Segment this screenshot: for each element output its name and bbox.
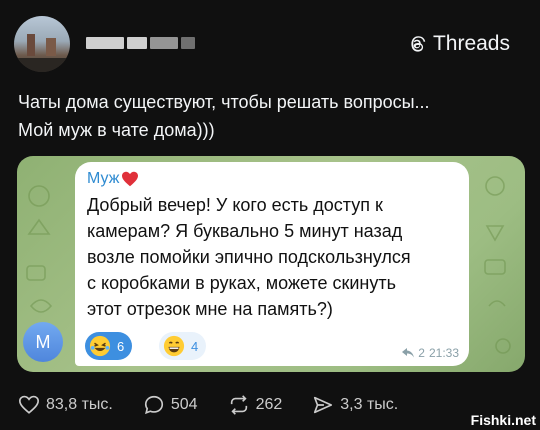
reply-count: 2 (418, 346, 425, 360)
repost-icon (230, 395, 247, 415)
rolling-on-floor-laughing-icon (89, 335, 111, 357)
reaction-grinning[interactable]: 4 (159, 332, 207, 360)
message-line: камерам? Я буквально 5 минут назад (87, 221, 403, 241)
author-avatar[interactable] (14, 16, 70, 72)
message-line: Добрый вечер! У кого есть доступ к (87, 195, 383, 215)
threads-logo-icon (411, 36, 426, 52)
share-button[interactable]: 3,3 тыс. (312, 394, 398, 416)
post-actions: 83,8 тыс. 504 262 3,3 тыс. (18, 394, 428, 416)
author-username-redacted[interactable] (86, 34, 196, 52)
chat-screenshot[interactable]: M Муж Добрый вечер! У кого есть доступ к… (17, 156, 525, 372)
share-count: 3,3 тыс. (340, 396, 399, 413)
reaction-laughing[interactable]: 6 (85, 332, 133, 360)
post-text-line: Чаты дома существуют, чтобы решать вопро… (18, 92, 430, 112)
repost-count: 262 (255, 396, 283, 413)
message-time: 21:33 (428, 346, 459, 360)
like-button[interactable]: 83,8 тыс. (18, 394, 113, 416)
heart-icon (122, 171, 139, 187)
heart-outline-icon (19, 395, 39, 414)
repost-button[interactable]: 262 (228, 394, 283, 416)
reaction-count: 4 (191, 338, 199, 354)
comment-bubble-icon (144, 395, 163, 415)
sender-avatar[interactable]: M (23, 322, 63, 362)
message-line: этот отрезок мне на память?) (87, 299, 333, 319)
reaction-count: 6 (117, 338, 125, 354)
comment-count: 504 (170, 396, 198, 413)
message-meta: 2 21:33 (402, 346, 459, 360)
message-text: Добрый вечер! У кого есть доступ к камер… (87, 192, 467, 322)
sender-avatar-letter: M (35, 331, 51, 352)
threads-brand: Threads (407, 32, 510, 56)
brand-label: Threads (432, 32, 510, 55)
message-bubble[interactable]: Муж Добрый вечер! У кого есть доступ к к… (75, 162, 469, 366)
post-text-line: Мой муж в чате дома))) (18, 120, 215, 140)
message-line: возле помойки эпично подскользнулся (87, 247, 411, 267)
message-line: с коробками в руках, можете скинуть (87, 273, 396, 293)
comment-button[interactable]: 504 (143, 394, 198, 416)
like-count: 83,8 тыс. (46, 396, 113, 413)
reply-arrow-icon (402, 348, 415, 358)
post-text: Чаты дома существуют, чтобы решать вопро… (18, 88, 528, 144)
sender-name[interactable]: Муж (87, 170, 139, 188)
watermark: Fishki.net (470, 412, 536, 428)
grinning-face-icon (163, 335, 185, 357)
send-icon (314, 396, 333, 414)
sender-name-label: Муж (87, 170, 120, 187)
